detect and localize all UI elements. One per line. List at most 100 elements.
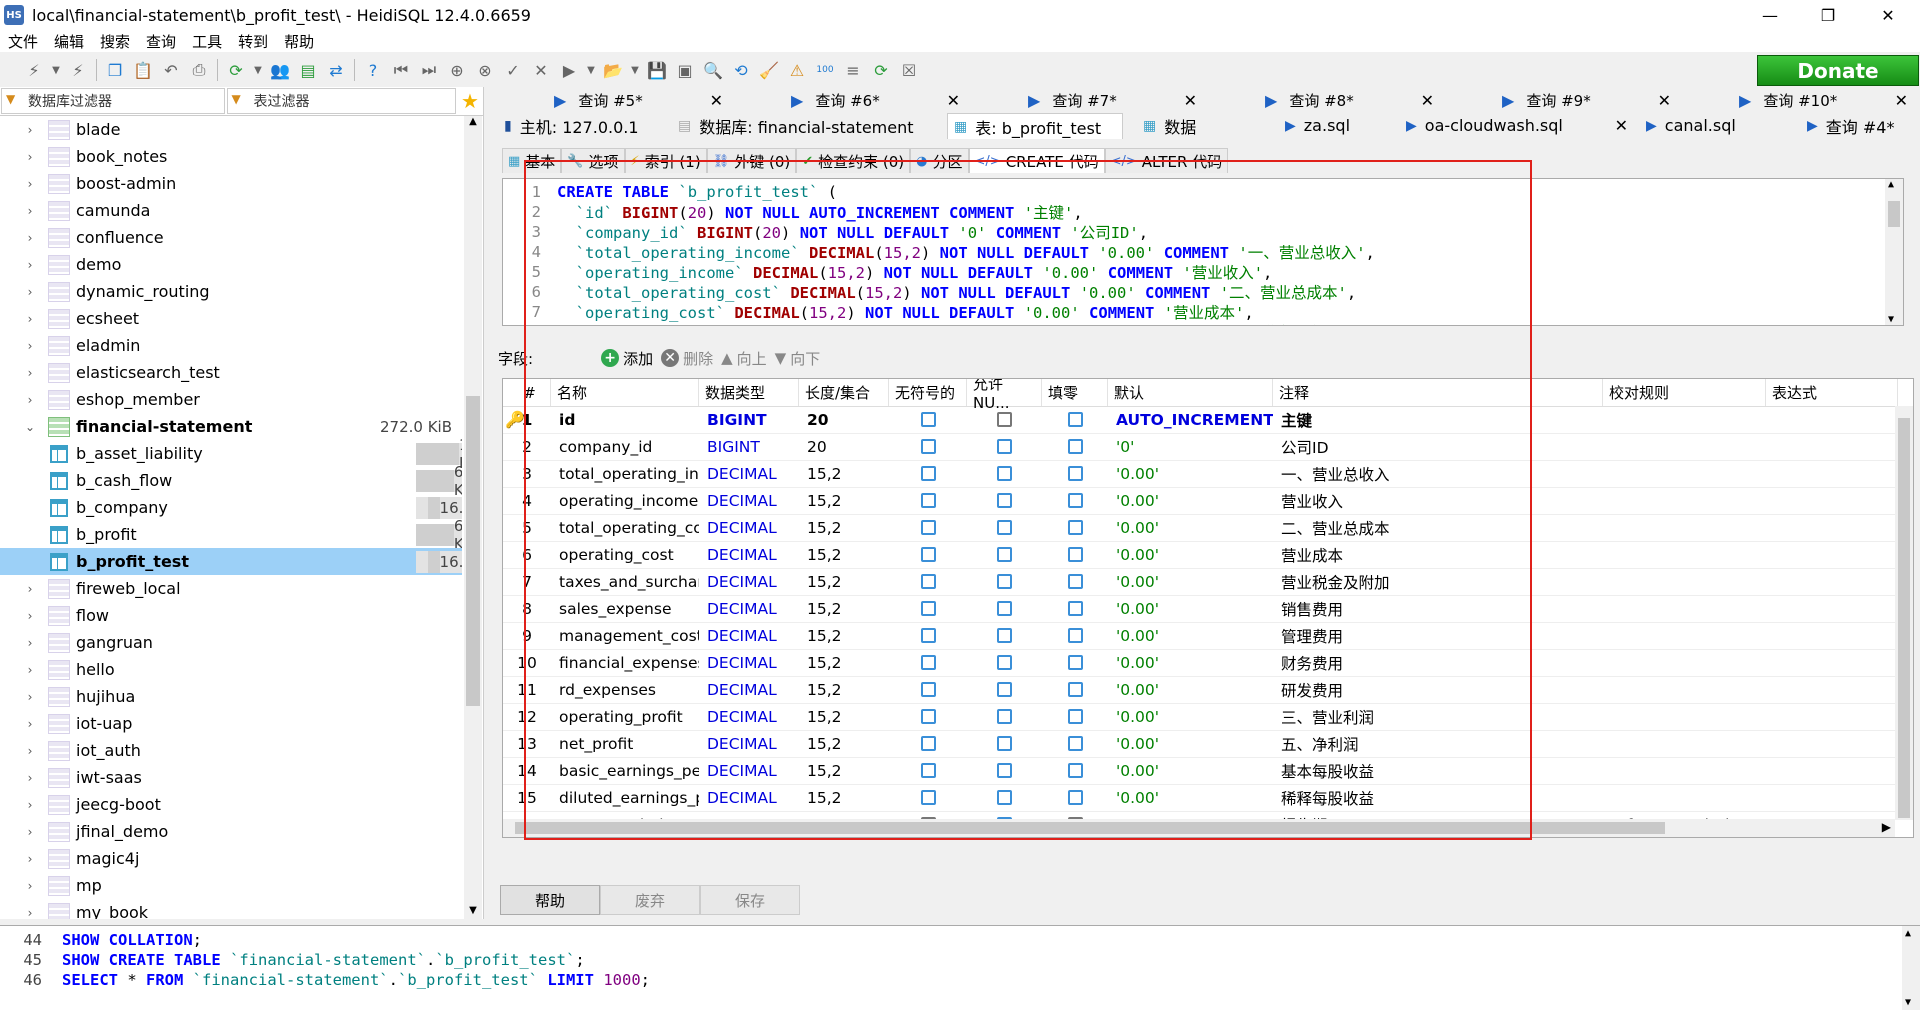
scroll-down-icon[interactable]: ▼ xyxy=(466,905,480,919)
collation-cell[interactable] xyxy=(1603,406,1766,433)
collation-cell[interactable] xyxy=(1603,460,1766,487)
export-icon[interactable]: ▤ xyxy=(296,58,320,82)
allow-null-cell[interactable] xyxy=(967,541,1042,568)
default-cell[interactable]: '0' xyxy=(1108,433,1273,460)
length-cell[interactable]: 20 xyxy=(799,406,889,433)
allow-null-checkbox[interactable] xyxy=(997,493,1012,508)
zerofill-cell[interactable] xyxy=(1042,460,1108,487)
zerofill-checkbox[interactable] xyxy=(1067,655,1083,670)
close-tab-icon[interactable]: ✕ xyxy=(1421,91,1434,110)
comment-cell[interactable]: 销售费用 xyxy=(1273,595,1603,622)
zerofill-checkbox[interactable] xyxy=(1067,763,1083,778)
data-type-cell[interactable]: DECIMAL xyxy=(699,595,799,622)
scroll-up-icon[interactable]: ▲ xyxy=(1888,179,1894,190)
unsigned-checkbox[interactable] xyxy=(920,439,936,454)
expand-arrow-icon[interactable]: › xyxy=(22,150,38,164)
tree-database-item[interactable]: › magic4j xyxy=(0,845,462,872)
expand-arrow-icon[interactable]: › xyxy=(22,177,38,191)
allow-null-cell[interactable] xyxy=(967,514,1042,541)
unsigned-checkbox[interactable] xyxy=(920,790,936,805)
default-cell[interactable]: '0.00' xyxy=(1108,541,1273,568)
data-type-cell[interactable]: DECIMAL xyxy=(699,703,799,730)
grid-hscrollbar[interactable]: ▶ xyxy=(503,819,1895,837)
allow-null-cell[interactable] xyxy=(967,433,1042,460)
tree-table-item[interactable]: b_profit 64.0 KiB xyxy=(0,517,462,553)
query-tab[interactable]: ▶ 查询 #6* ✕ xyxy=(731,88,968,113)
column-name-cell[interactable]: operating_profit xyxy=(551,703,699,730)
tree-database-item[interactable]: › dynamic_routing xyxy=(0,278,462,305)
favorites-star-icon[interactable]: ★ xyxy=(457,87,483,115)
first-record-icon[interactable]: ⏮ xyxy=(389,58,413,82)
unsigned-checkbox[interactable] xyxy=(920,655,936,670)
allow-null-cell[interactable] xyxy=(967,676,1042,703)
length-cell[interactable]: 15,2 xyxy=(799,676,889,703)
column-name-cell[interactable]: total_operating_inc... xyxy=(551,460,699,487)
allow-null-checkbox[interactable] xyxy=(997,655,1012,670)
scroll-up-icon[interactable]: ▲ xyxy=(466,116,480,130)
menu-query[interactable]: 查询 xyxy=(138,31,184,52)
column-name-cell[interactable]: operating_cost xyxy=(551,541,699,568)
default-cell[interactable]: '0.00' xyxy=(1108,784,1273,811)
length-cell[interactable]: 15,2 xyxy=(799,622,889,649)
unsigned-cell[interactable] xyxy=(889,676,967,703)
zerofill-cell[interactable] xyxy=(1042,676,1108,703)
unsigned-checkbox[interactable] xyxy=(920,736,936,751)
table-filter-input[interactable]: ▼ 表过滤器 xyxy=(226,88,457,114)
unsigned-checkbox[interactable] xyxy=(920,709,936,724)
refresh-icon[interactable]: ⟳ xyxy=(224,58,248,82)
expression-cell[interactable] xyxy=(1766,595,1898,622)
insert-record-icon[interactable]: ⊕ xyxy=(445,58,469,82)
grid-header-cell[interactable]: # xyxy=(503,379,551,406)
allow-null-cell[interactable] xyxy=(967,622,1042,649)
comment-cell[interactable]: 财务费用 xyxy=(1273,649,1603,676)
expand-arrow-icon[interactable]: › xyxy=(22,744,38,758)
expression-cell[interactable] xyxy=(1766,622,1898,649)
data-type-cell[interactable]: DECIMAL xyxy=(699,622,799,649)
auto-refresh-icon[interactable]: ⟳ xyxy=(869,58,893,82)
clear-icon[interactable]: 🧹 xyxy=(757,58,781,82)
expression-cell[interactable] xyxy=(1766,649,1898,676)
tree-database-item[interactable]: › eshop_member xyxy=(0,386,462,413)
tree-database-item[interactable]: › ecsheet xyxy=(0,305,462,332)
help-icon[interactable]: ? xyxy=(361,58,385,82)
length-cell[interactable]: 15,2 xyxy=(799,784,889,811)
disconnect-icon[interactable]: ⚡ xyxy=(66,58,90,82)
tree-database-item[interactable]: › fireweb_local xyxy=(0,575,462,602)
collation-cell[interactable] xyxy=(1603,757,1766,784)
comment-cell[interactable]: 营业收入 xyxy=(1273,487,1603,514)
default-cell[interactable]: '0.00' xyxy=(1108,487,1273,514)
default-cell[interactable]: '0.00' xyxy=(1108,676,1273,703)
comment-cell[interactable]: 基本每股收益 xyxy=(1273,757,1603,784)
expression-cell[interactable] xyxy=(1766,541,1898,568)
query-tab[interactable]: ▶ 查询 #9* ✕ xyxy=(1442,88,1679,113)
unsigned-cell[interactable] xyxy=(889,406,967,433)
collation-cell[interactable] xyxy=(1603,676,1766,703)
close-tab-icon[interactable]: ✕ xyxy=(1184,91,1197,110)
run-icon[interactable]: ▶ xyxy=(557,58,581,82)
grid-header-cell[interactable]: 数据类型 xyxy=(699,379,799,406)
zerofill-cell[interactable] xyxy=(1042,433,1108,460)
tree-database-item[interactable]: › book_notes xyxy=(0,143,462,170)
tree-database-item[interactable]: › hujihua xyxy=(0,683,462,710)
default-cell[interactable]: '0.00' xyxy=(1108,460,1273,487)
unsigned-cell[interactable] xyxy=(889,460,967,487)
allow-null-checkbox[interactable] xyxy=(997,601,1012,616)
menu-search[interactable]: 搜索 xyxy=(92,31,138,52)
expand-arrow-icon[interactable]: › xyxy=(22,312,38,326)
length-cell[interactable]: 15,2 xyxy=(799,541,889,568)
default-cell[interactable]: '0.00' xyxy=(1108,649,1273,676)
data-type-cell[interactable]: DECIMAL xyxy=(699,460,799,487)
expand-arrow-icon[interactable]: › xyxy=(22,231,38,245)
table-row[interactable]: 7 taxes_and_surchargesDECIMAL15,2 '0.00'营业… xyxy=(503,568,1898,596)
menu-goto[interactable]: 转到 xyxy=(230,31,276,52)
sync-icon[interactable]: ⇄ xyxy=(324,58,348,82)
find-icon[interactable]: 🔍 xyxy=(701,58,725,82)
tree-database-item[interactable]: › iot-uap xyxy=(0,710,462,737)
table-row[interactable]: 12 operating_profit DECIMAL 15,2 '0.00' 三、营业利… xyxy=(503,703,1898,731)
tab-host[interactable]: ▮ 主机: 127.0.0.1 xyxy=(498,113,672,138)
data-type-cell[interactable]: DECIMAL xyxy=(699,649,799,676)
post-icon[interactable]: ✓ xyxy=(501,58,525,82)
zerofill-checkbox[interactable] xyxy=(1067,439,1083,454)
expand-arrow-icon[interactable]: › xyxy=(22,663,38,677)
length-cell[interactable]: 15,2 xyxy=(799,595,889,622)
